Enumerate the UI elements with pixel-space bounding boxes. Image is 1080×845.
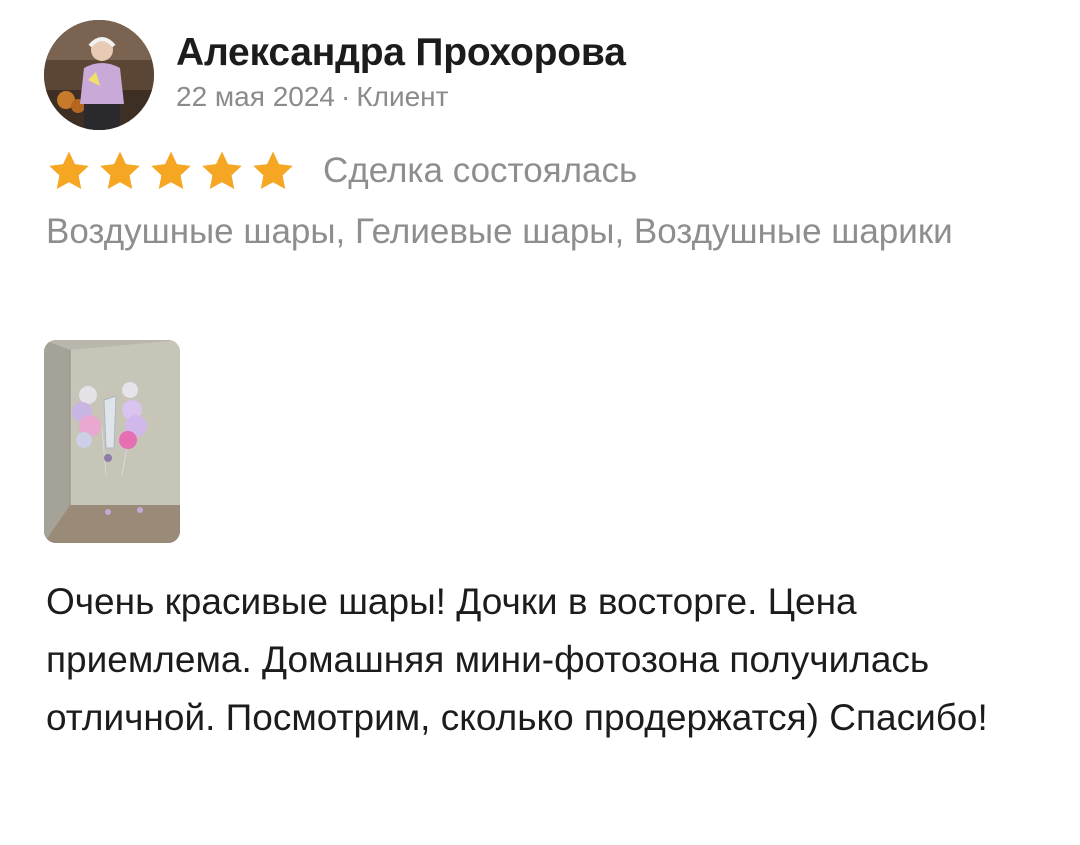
author-meta: 22 мая 2024 · Клиент: [176, 79, 626, 115]
rating-stars: [46, 148, 301, 194]
review-header: Александра Прохорова 22 мая 2024 · Клиент: [44, 20, 626, 130]
rating-row: Сделка состоялась: [46, 148, 637, 194]
star-icon: [250, 148, 296, 194]
author-block: Александра Прохорова 22 мая 2024 · Клиент: [176, 29, 626, 115]
star-icon: [199, 148, 245, 194]
author-name[interactable]: Александра Прохорова: [176, 29, 626, 77]
review-date: 22 мая 2024: [176, 81, 335, 112]
review-text: Очень красивые шары! Дочки в восторге. Ц…: [46, 581, 988, 738]
deal-status: Сделка состоялась: [323, 151, 638, 190]
avatar[interactable]: [44, 20, 154, 130]
author-role: Клиент: [356, 81, 449, 112]
star-icon: [148, 148, 194, 194]
review-card: Александра Прохорова 22 мая 2024 · Клиент …: [0, 0, 1080, 845]
star-icon: [46, 148, 92, 194]
review-photo[interactable]: [44, 340, 180, 543]
meta-separator: ·: [340, 81, 351, 112]
services-list: Воздушные шары, Гелиевые шары, Воздушные…: [46, 212, 953, 251]
star-icon: [97, 148, 143, 194]
